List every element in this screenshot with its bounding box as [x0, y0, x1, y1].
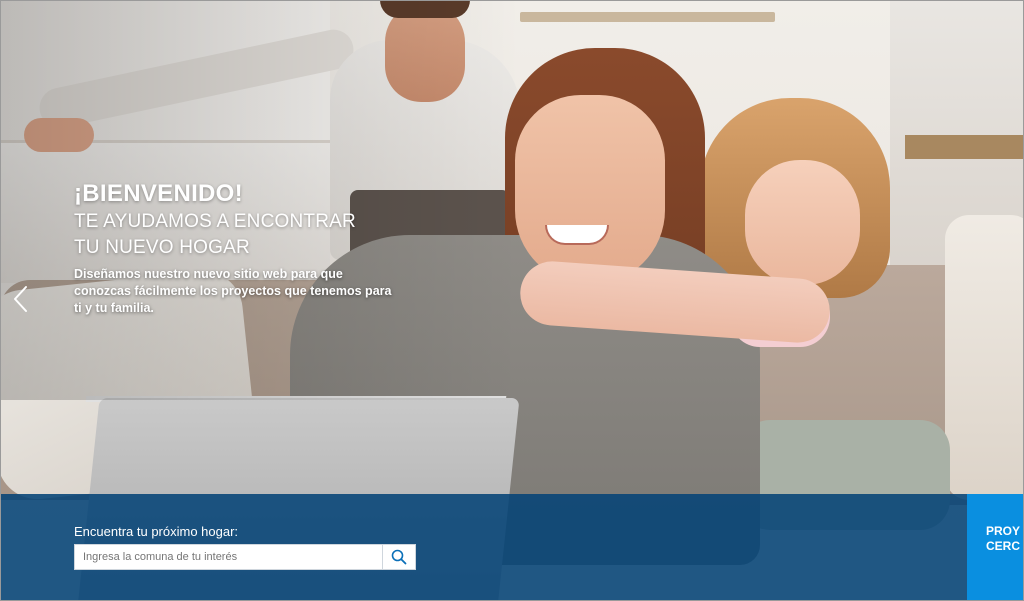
hero-girl-face — [745, 160, 860, 285]
hero-woman-smile — [545, 225, 609, 245]
hero-background-counter — [905, 135, 1024, 159]
search-button[interactable] — [382, 545, 415, 569]
projects-nearby-button[interactable]: PROY CERC — [967, 494, 1024, 601]
welcome-block: ¡BIENVENIDO! TE AYUDAMOS A ENCONTRAR TU … — [74, 180, 404, 317]
cta-line2: CERC — [986, 539, 1021, 553]
hero-background-shelf — [520, 12, 775, 22]
cta-line1: PROY — [986, 524, 1021, 538]
hero-pillow-right — [945, 215, 1024, 500]
welcome-subtitle-line2: TU NUEVO HOGAR — [74, 237, 250, 258]
welcome-description: Diseñamos nuestro nuevo sitio web para q… — [74, 267, 392, 315]
welcome-subtitle-line1: TE AYUDAMOS A ENCONTRAR — [74, 211, 356, 232]
carousel-prev-button[interactable] — [10, 284, 32, 314]
hero-woman-face — [515, 95, 665, 285]
search-input[interactable] — [75, 545, 382, 569]
chevron-left-icon — [14, 286, 27, 312]
search-label: Encuentra tu próximo hogar: — [74, 524, 239, 539]
search-icon — [391, 549, 407, 565]
welcome-title: ¡BIENVENIDO! — [74, 180, 243, 207]
search-box — [74, 544, 416, 570]
